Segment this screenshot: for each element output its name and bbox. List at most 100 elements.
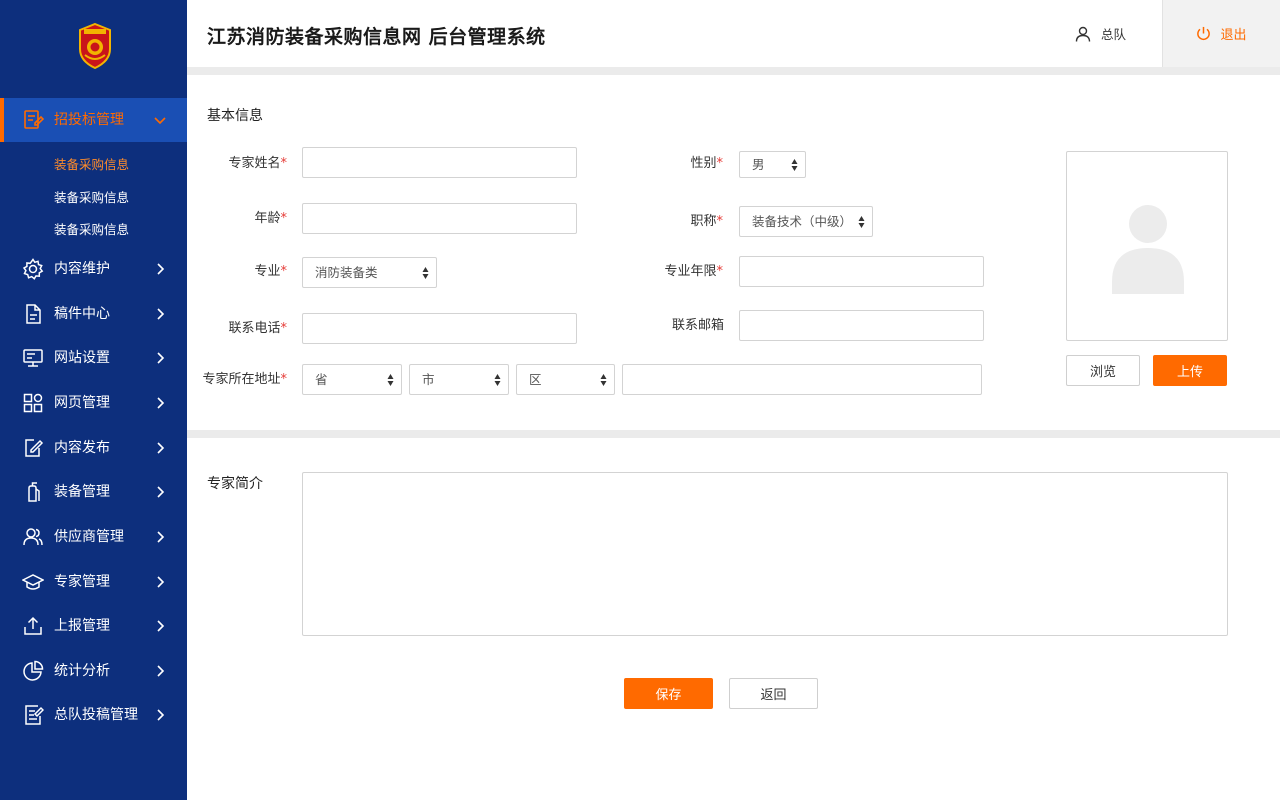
- city-select[interactable]: 市: [409, 364, 509, 395]
- nav-item-supplier-management[interactable]: 供应商管理: [0, 515, 187, 559]
- required-mark: *: [280, 264, 288, 279]
- nav-item-content-publish[interactable]: 内容发布: [0, 426, 187, 470]
- document-icon: [26, 304, 41, 324]
- nav-item-statistics[interactable]: 统计分析: [0, 649, 187, 693]
- sidebar: 招投标管理 装备采购信息 装备采购信息 装备采购信息 内容维护 稿件中心 网站设…: [0, 0, 187, 800]
- label-title: 职称*: [690, 213, 723, 231]
- select-arrows-icon: [600, 374, 607, 386]
- gender-value: 男: [752, 157, 765, 172]
- chevron-right-icon: [157, 486, 165, 498]
- chevron-right-icon: [157, 709, 165, 721]
- nav-label: 装备管理: [54, 484, 110, 500]
- monitor-icon: [23, 349, 43, 367]
- select-arrows-icon: [494, 374, 501, 386]
- chevron-right-icon: [157, 308, 165, 320]
- required-mark: *: [716, 264, 724, 279]
- nav-item-manuscript-center[interactable]: 稿件中心: [0, 292, 187, 336]
- required-mark: *: [280, 156, 288, 171]
- select-arrows-icon: [422, 267, 429, 279]
- nav-item-content-maintenance[interactable]: 内容维护: [0, 247, 187, 291]
- label-expert-intro: 专家简介: [207, 476, 263, 492]
- nav-item-webpage-management[interactable]: 网页管理: [0, 381, 187, 425]
- district-value: 区: [529, 372, 542, 387]
- nav-label: 招投标管理: [54, 112, 124, 128]
- subnav-item-equipment-purchase-info[interactable]: 装备采购信息: [54, 222, 129, 238]
- user-menu[interactable]: 总队: [1075, 24, 1126, 43]
- nav-label: 总队投稿管理: [54, 707, 138, 723]
- label-text: 专家姓名: [228, 156, 281, 171]
- label-gender: 性别*: [690, 155, 723, 173]
- logout-button[interactable]: 退出: [1162, 0, 1280, 67]
- nav-label: 网站设置: [54, 350, 110, 366]
- label-text: 专业年限: [664, 264, 717, 279]
- upload-icon: [24, 616, 42, 635]
- label-phone: 联系电话*: [228, 320, 287, 338]
- city-value: 市: [422, 372, 435, 387]
- chevron-right-icon: [157, 531, 165, 543]
- user-icon: [1075, 26, 1091, 42]
- users-icon: [23, 528, 43, 546]
- chevron-right-icon: [157, 352, 165, 364]
- pie-chart-icon: [23, 660, 44, 681]
- title-select[interactable]: 装备技术（中级）: [739, 206, 873, 237]
- chevron-right-icon: [157, 397, 165, 409]
- edit-icon: [25, 439, 44, 457]
- province-select[interactable]: 省: [302, 364, 402, 395]
- subnav-item-equipment-purchase-info[interactable]: 装备采购信息: [54, 157, 129, 173]
- nav-item-expert-management[interactable]: 专家管理: [0, 560, 187, 604]
- select-arrows-icon: [387, 374, 394, 386]
- phone-input[interactable]: [302, 313, 577, 344]
- divider: [187, 430, 1280, 438]
- email-input[interactable]: [739, 310, 984, 341]
- nav-label: 内容维护: [54, 261, 110, 277]
- nav-item-bidding-management[interactable]: 招投标管理: [0, 98, 187, 142]
- nav-item-report-management[interactable]: 上报管理: [0, 604, 187, 648]
- label-text: 联系邮箱: [671, 318, 724, 333]
- expert-name-input[interactable]: [302, 147, 577, 178]
- major-select[interactable]: 消防装备类: [302, 257, 437, 288]
- back-button[interactable]: 返回: [729, 678, 818, 709]
- label-expert-name: 专家姓名*: [228, 155, 287, 173]
- notes-icon: [25, 705, 44, 725]
- subnav-item-equipment-purchase-info[interactable]: 装备采购信息: [54, 190, 129, 206]
- section-title-basic-info: 基本信息: [207, 108, 263, 124]
- required-mark: *: [280, 211, 288, 226]
- label-age: 年龄*: [254, 210, 287, 228]
- nav-label: 专家管理: [54, 574, 110, 590]
- select-arrows-icon: [858, 216, 865, 228]
- label-text: 年龄: [254, 211, 281, 226]
- province-value: 省: [315, 372, 328, 387]
- label-major: 专业*: [254, 263, 287, 281]
- graduation-cap-icon: [22, 574, 44, 590]
- upload-button[interactable]: 上传: [1153, 355, 1227, 386]
- label-text: 专家所在地址: [202, 372, 281, 387]
- nav-item-equipment-management[interactable]: 装备管理: [0, 470, 187, 514]
- avatar-preview: [1066, 151, 1228, 341]
- label-text: 职称: [690, 214, 717, 229]
- logout-label: 退出: [1220, 28, 1247, 43]
- nav-item-site-settings[interactable]: 网站设置: [0, 336, 187, 380]
- browse-button[interactable]: 浏览: [1066, 355, 1140, 386]
- district-select[interactable]: 区: [516, 364, 615, 395]
- gender-select[interactable]: 男: [739, 151, 806, 178]
- street-address-input[interactable]: [622, 364, 982, 395]
- power-icon: [1197, 26, 1211, 41]
- divider: [187, 67, 1280, 75]
- select-arrows-icon: [791, 159, 798, 171]
- grid-icon: [23, 393, 43, 413]
- save-button[interactable]: 保存: [624, 678, 713, 709]
- chevron-down-icon: [154, 117, 166, 125]
- nav-label: 内容发布: [54, 440, 110, 456]
- nav-label: 上报管理: [54, 618, 110, 634]
- label-text: 性别: [690, 156, 717, 171]
- nav-item-corps-submission[interactable]: 总队投稿管理: [0, 693, 187, 737]
- label-address: 专家所在地址*: [202, 371, 287, 389]
- required-mark: *: [280, 372, 288, 387]
- years-input[interactable]: [739, 256, 984, 287]
- age-input[interactable]: [302, 203, 577, 234]
- nav-label: 统计分析: [54, 663, 110, 679]
- nav-label: 稿件中心: [54, 306, 110, 322]
- expert-intro-textarea[interactable]: [302, 472, 1228, 636]
- chevron-right-icon: [157, 263, 165, 275]
- required-mark: *: [716, 214, 724, 229]
